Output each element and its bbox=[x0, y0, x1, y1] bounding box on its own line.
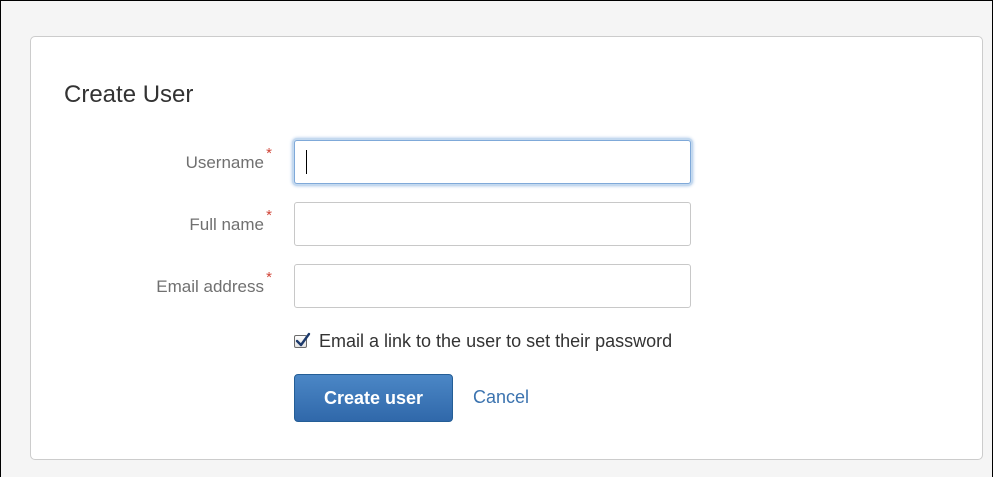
username-label: Username bbox=[185, 153, 264, 172]
text-cursor bbox=[306, 150, 307, 174]
username-row: Username * bbox=[31, 140, 982, 186]
email-row: Email address * bbox=[31, 264, 982, 310]
full-name-label: Full name bbox=[189, 215, 264, 234]
email-link-option: Email a link to the user to set their pa… bbox=[294, 329, 672, 353]
create-user-button[interactable]: Create user bbox=[294, 374, 453, 422]
form-title: Create User bbox=[64, 81, 194, 108]
full-name-label-container: Full name * bbox=[189, 208, 272, 235]
checkmark-icon bbox=[295, 332, 311, 346]
username-label-container: Username * bbox=[185, 146, 272, 173]
cancel-link[interactable]: Cancel bbox=[473, 386, 529, 408]
full-name-row: Full name * bbox=[31, 202, 982, 248]
full-name-input[interactable] bbox=[294, 202, 691, 246]
required-marker: * bbox=[266, 145, 272, 162]
username-input[interactable] bbox=[294, 140, 691, 184]
email-label-container: Email address * bbox=[156, 270, 272, 297]
page-frame: Create User Username * Full name * Email… bbox=[0, 0, 993, 477]
email-label: Email address bbox=[156, 277, 264, 296]
create-user-panel: Create User Username * Full name * Email… bbox=[30, 36, 983, 460]
required-marker: * bbox=[266, 269, 272, 286]
email-address-input[interactable] bbox=[294, 264, 691, 308]
email-link-checkbox-label: Email a link to the user to set their pa… bbox=[319, 330, 673, 351]
required-marker: * bbox=[266, 207, 272, 224]
email-link-checkbox[interactable] bbox=[294, 332, 311, 348]
